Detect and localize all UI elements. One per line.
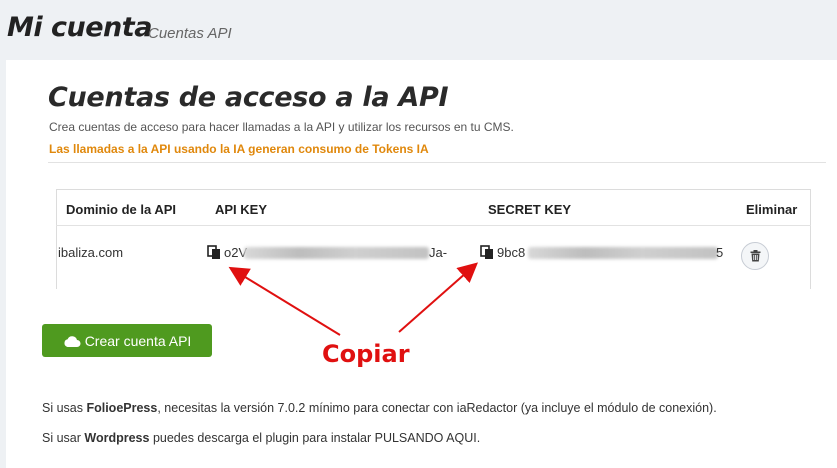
section-description: Crea cuentas de acceso para hacer llamad…: [49, 120, 514, 134]
footer-line1-bold: FolioePress: [86, 401, 158, 415]
secret-key-start: 9bc8: [497, 245, 526, 260]
create-api-account-label: Crear cuenta API: [84, 332, 192, 349]
api-key-end: Ja-: [429, 245, 448, 260]
footer-line2-prefix: Si usar: [42, 431, 85, 445]
header-delete: Eliminar: [746, 202, 798, 217]
section-title: Cuentas de acceso a la API: [48, 82, 449, 113]
section-divider: [48, 162, 826, 163]
footer-foliopress-note: Si usas FolioePress, necesitas la versió…: [42, 401, 717, 415]
footer-line2-suffix[interactable]: puedes descarga el plugin para instalar …: [149, 431, 480, 445]
copy-annotation: Copiar: [322, 340, 410, 368]
create-api-account-button[interactable]: Crear cuenta API: [42, 324, 212, 357]
trash-icon: [750, 250, 760, 262]
row-domain: ibaliza.com: [58, 245, 124, 260]
header-domain: Dominio de la API: [66, 202, 177, 217]
copy-secret-key-icon[interactable]: [480, 245, 494, 260]
page-subtitle: Cuentas API: [148, 25, 232, 42]
cloud-icon: [64, 335, 81, 347]
delete-account-button[interactable]: [741, 242, 769, 270]
page-header: Mi cuenta Cuentas API: [0, 0, 837, 60]
header-api-key: API KEY: [215, 202, 268, 217]
footer-wordpress-note: Si usar Wordpress puedes descarga el plu…: [42, 431, 480, 445]
footer-line1-suffix: , necesitas la versión 7.0.2 mínimo para…: [157, 401, 717, 415]
footer-line1-prefix: Si usas: [42, 401, 87, 415]
api-key-redacted: [244, 247, 429, 259]
header-divider: [56, 225, 811, 226]
tokens-warning: Las llamadas a la API usando la IA gener…: [49, 142, 429, 156]
secret-key-redacted: [528, 247, 718, 259]
secret-key-end: 5: [716, 245, 724, 260]
copy-api-key-icon[interactable]: [207, 245, 221, 260]
content-panel: Cuentas de acceso a la API Crea cuentas …: [6, 60, 837, 468]
header-secret-key: SECRET KEY: [488, 202, 572, 217]
footer-line2-bold: Wordpress: [84, 431, 150, 445]
page-title: Mi cuenta: [7, 12, 152, 43]
